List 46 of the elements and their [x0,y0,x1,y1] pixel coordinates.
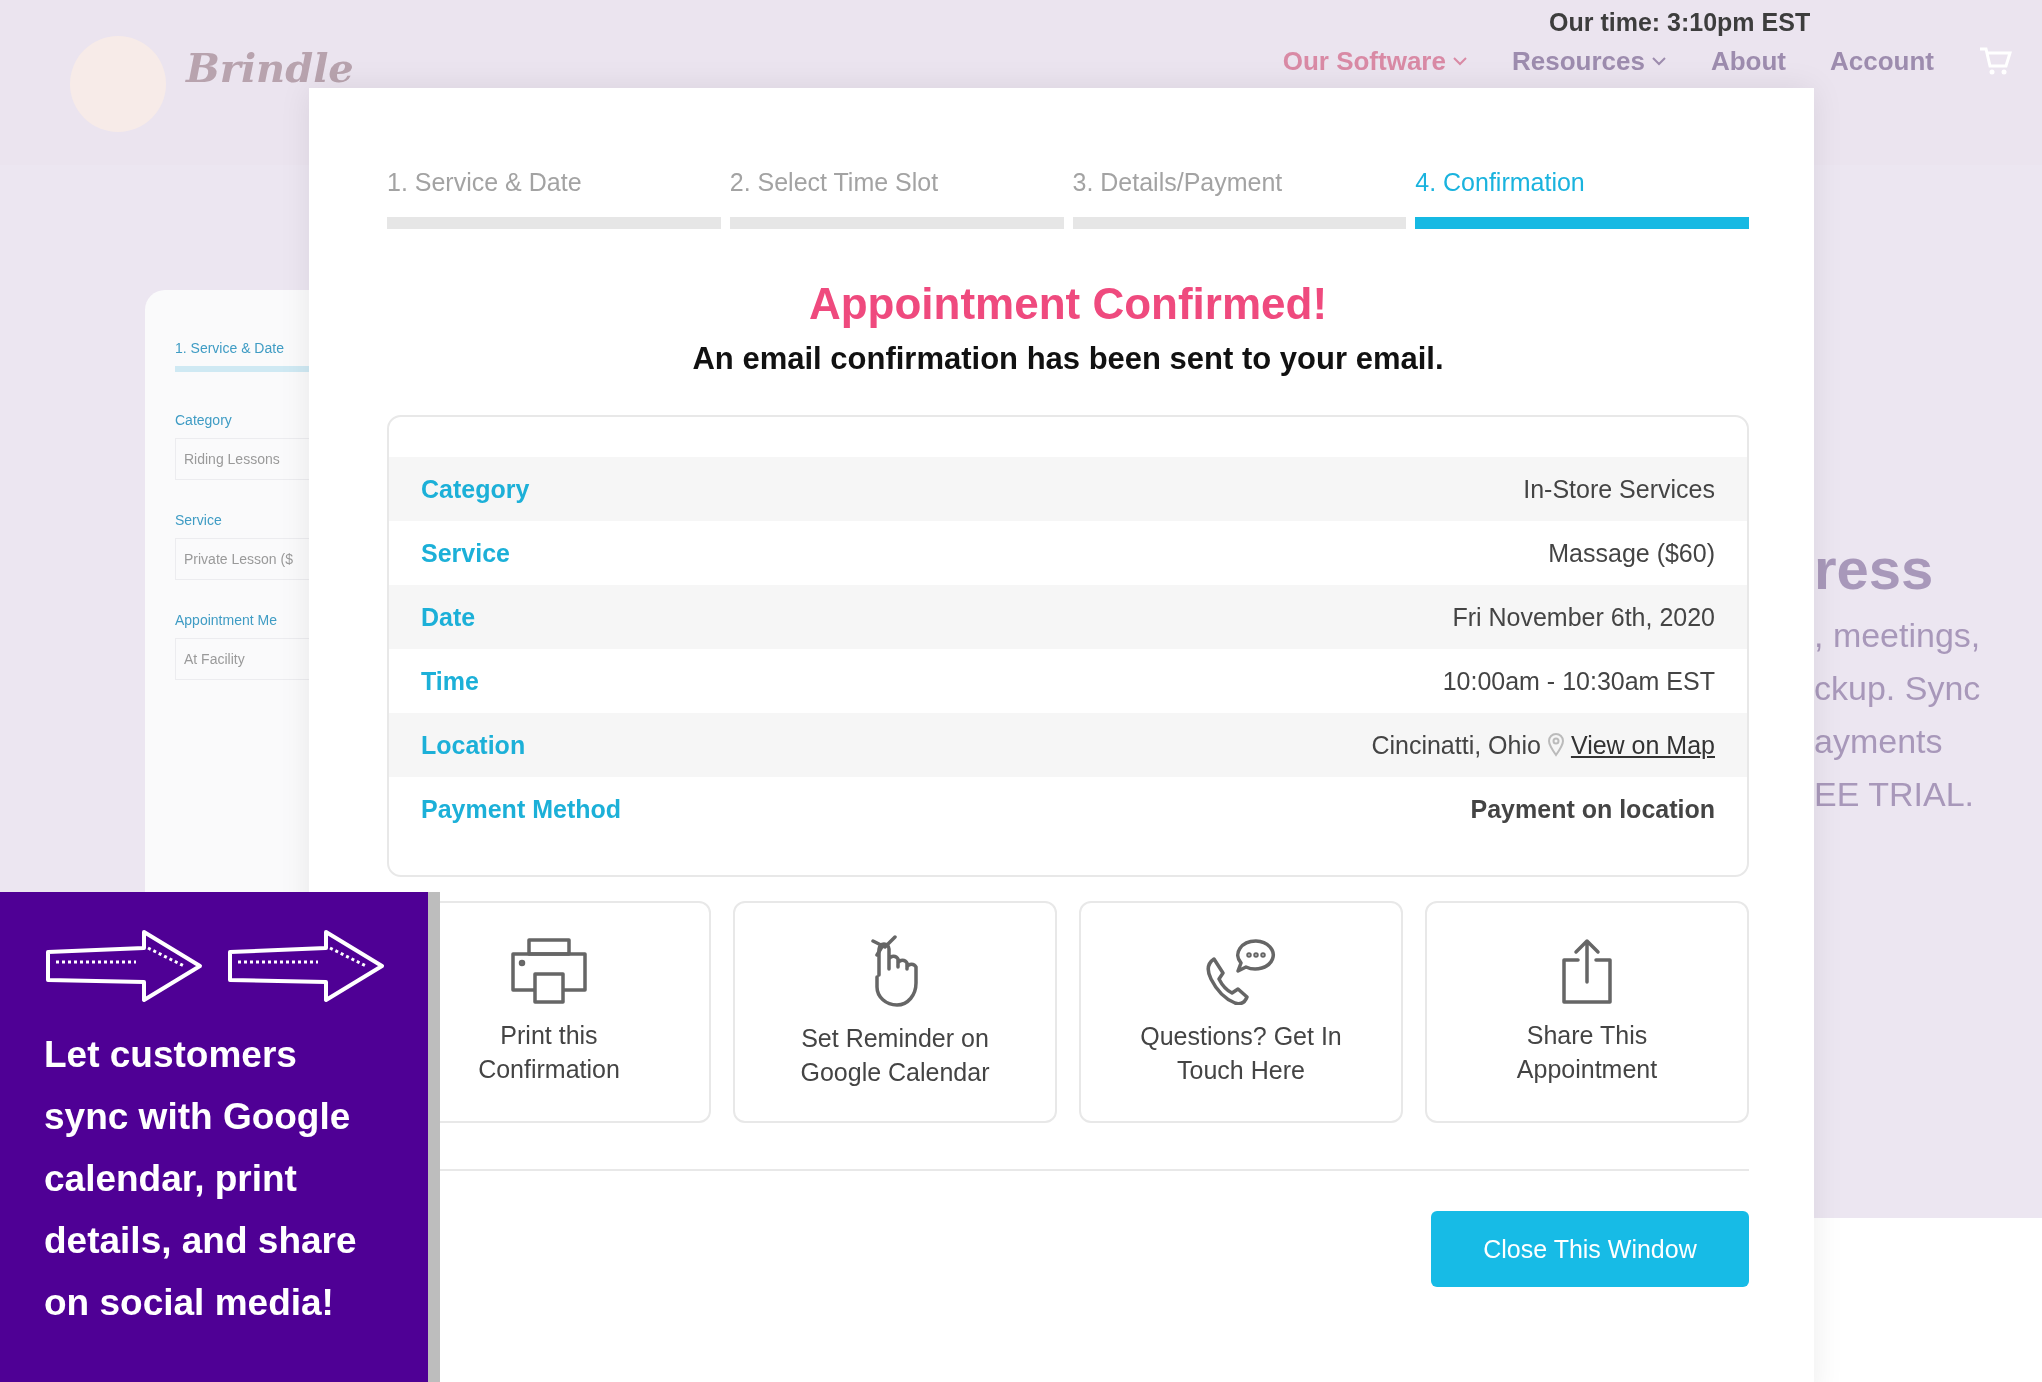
promo-text: ckup. Sync [1814,669,1982,708]
share-icon [1560,938,1614,1004]
logo-text: Brindle [186,48,354,88]
step-tab[interactable]: 4. Confirmation [1415,168,1749,229]
dialog-title: Appointment Confirmed! [807,279,1329,329]
detail-label: Service [421,538,510,568]
cart-icon[interactable] [1978,46,2012,76]
detail-label: Category [421,474,530,504]
promo-heading: ress [1814,535,1935,602]
printer-icon [511,938,587,1004]
arrow-icon [226,928,386,1004]
detail-value: In-Store Services [1523,474,1715,504]
detail-label: Payment Method [421,794,622,824]
promo-text: EE TRIAL. [1814,775,1975,814]
close-button[interactable]: Close This Window [1431,1211,1749,1287]
dialog-subtitle: An email confirmation has been sent to your email. [691,341,1445,377]
nav-link[interactable]: Resources [1511,48,1667,74]
promo-text: ayments [1814,722,1944,761]
arrow-icon [44,928,204,1004]
detail-label: Time [421,666,479,696]
nav-link[interactable]: Our Software [1282,48,1468,74]
nav-link[interactable]: About [1710,48,1786,74]
detail-label: Date [421,602,476,632]
detail-value: 10:00am - 10:30am EST [1442,666,1715,696]
nav-link[interactable]: Account [1830,48,1934,74]
callout-text: Let customers sync with Google calendar, print details, and share on social media! [44,1033,358,1325]
detail-value: Payment on location [1470,794,1715,824]
action-card[interactable]: Share This Appointment [1425,901,1749,1123]
detail-value: Cincinatti, Ohio [1371,730,1541,760]
field-label: Service [175,512,223,528]
local-time: Our time: 3:10pm EST [1549,10,1811,35]
step-tab[interactable]: 2. Select Time Slot [729,168,1064,229]
detail-value: Massage ($60) [1548,538,1715,568]
promo-text: , meetings, [1814,616,1982,655]
detail-value: Fri November 6th, 2020 [1452,602,1715,632]
map-pin-icon [1546,733,1565,757]
view-on-map-link[interactable]: View on Map [1570,730,1715,760]
field-label: Category [175,412,233,428]
step-label: 1. Service & Date [175,340,285,356]
action-card[interactable]: Questions? Get In Touch Here [1079,901,1403,1123]
detail-label: Location [421,730,526,760]
field-label: Appointment Me [175,612,278,628]
action-card[interactable]: Set Reminder on Google Calendar [733,901,1057,1123]
step-tab[interactable]: 3. Details/Payment [1072,168,1407,229]
phone-chat-icon [1204,937,1278,1005]
step-tab[interactable]: 1. Service & Date [387,168,721,229]
